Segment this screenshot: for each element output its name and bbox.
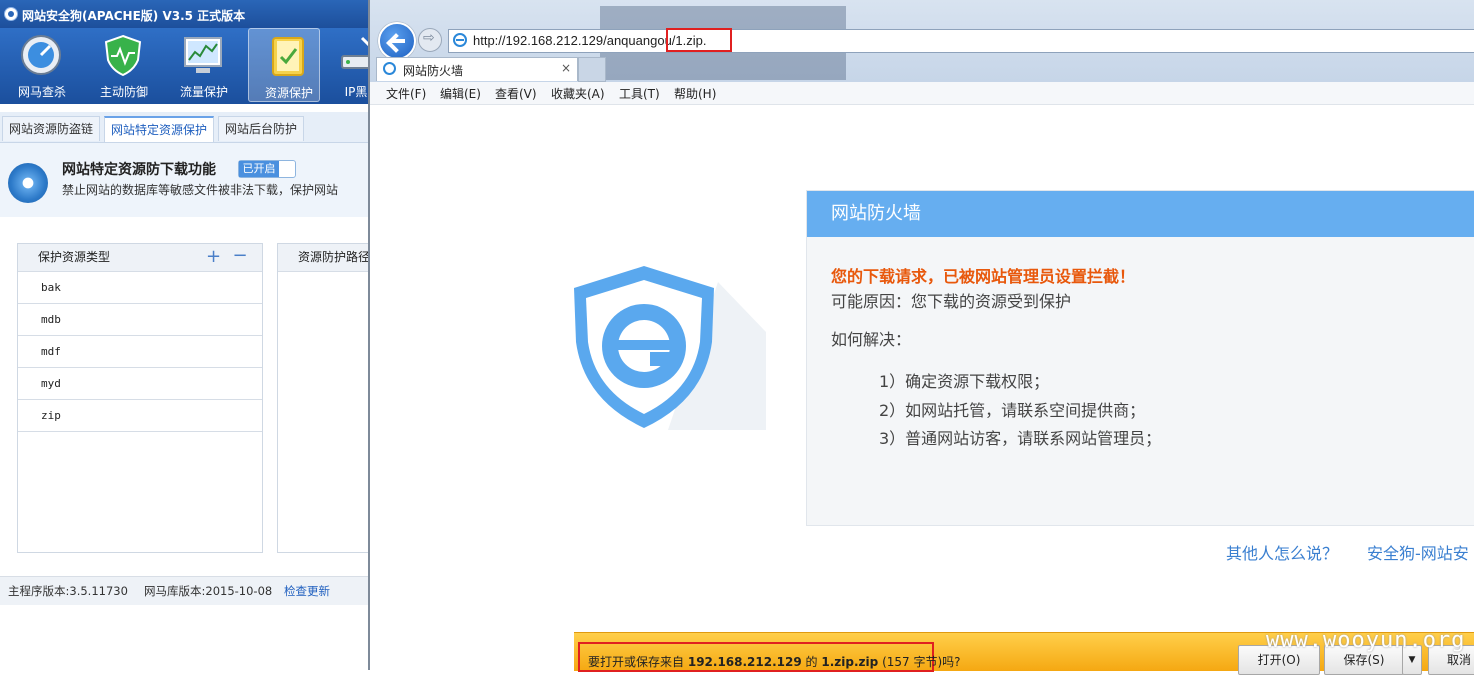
card-header: 网站防火墙	[807, 191, 1474, 237]
feature-description: 禁止网站的数据库等敏感文件被非法下载，保护网站	[62, 183, 339, 197]
resource-path-header: 资源防护路径	[278, 244, 372, 272]
resource-type-panel: 保护资源类型 + − bak mdb mdf myd zip	[17, 243, 263, 553]
tab-resource-protection[interactable]: 网站特定资源保护	[104, 116, 215, 142]
block-warning: 您的下载请求，已被网站管理员设置拦截！	[831, 267, 1136, 286]
shield-icon	[104, 34, 142, 76]
toolbar-resource-label: 资源保护	[264, 86, 313, 100]
list-item[interactable]: myd	[18, 368, 262, 400]
app-titlebar: 网站安全狗(APACHE版) V3.5 正式版本	[0, 0, 372, 28]
app-statusbar: 主程序版本:3.5.11730 网马库版本:2015-10-08 检查更新	[0, 576, 372, 605]
app-toolbar: 网马查杀 主动防御 流量保护 资源保护 IP黑	[0, 28, 372, 104]
watermark-text: www.wooyun.org	[1266, 628, 1466, 653]
solution-step: 3）普通网站访客，请联系网站管理员；	[879, 429, 1162, 448]
browser-tab-title: 网站防火墙	[403, 64, 464, 78]
feature-title: 网站特定资源防下载功能	[62, 162, 216, 178]
toolbar-traffic-button[interactable]: 流量保护	[164, 28, 234, 100]
toolbar-traffic-label: 流量保护	[179, 85, 228, 99]
menu-tools[interactable]: 工具(T)	[619, 85, 660, 102]
main-version-text: 主程序版本:3.5.11730	[8, 584, 128, 598]
feature-toggle[interactable]: 已开启	[238, 160, 296, 178]
tab-hotlink-protection[interactable]: 网站资源防盗链	[2, 116, 101, 141]
forward-button[interactable]	[418, 28, 442, 52]
solution-step: 1）确定资源下载权限；	[879, 372, 1050, 391]
safedog-link[interactable]: 安全狗-网站安	[1367, 540, 1469, 564]
remove-icon[interactable]: −	[232, 247, 248, 265]
firewall-shield-logo	[574, 266, 766, 430]
browser-tabrow: 网站防火墙 ×	[370, 56, 1474, 82]
card-header-title: 网站防火墙	[831, 203, 921, 224]
app-tabbar: 网站资源防盗链 网站特定资源保护 网站后台防护	[0, 112, 372, 143]
url-highlight-box	[666, 28, 732, 52]
folder-icon	[272, 37, 304, 76]
block-reason: 可能原因：您下载的资源受到保护	[831, 292, 1072, 311]
howto-heading: 如何解决：	[831, 330, 912, 349]
download-prefix: 要打开或保存来自	[588, 655, 685, 669]
resource-path-panel: 资源防护路径	[277, 243, 372, 553]
browser-window: http://192.168.212.129/anquangou/1.zip. …	[368, 0, 1474, 675]
download-prompt: 要打开或保存来自 192.168.212.129 的 1.zip.zip (15…	[588, 653, 961, 670]
resource-type-header-label: 保护资源类型	[38, 250, 111, 264]
toolbar-defense-button[interactable]: 主动防御	[84, 28, 154, 100]
browser-tab-active[interactable]: 网站防火墙 ×	[376, 57, 578, 81]
safedog-app-window: 网站安全狗(APACHE版) V3.5 正式版本 网马查杀 主动防御 流量保护 …	[0, 0, 372, 670]
disc-icon	[8, 163, 48, 203]
app-logo-icon	[4, 7, 18, 21]
menu-file[interactable]: 文件(F)	[386, 85, 426, 102]
feature-header: 网站特定资源防下载功能 已开启 禁止网站的数据库等敏感文件被非法下载，保护网站	[0, 143, 372, 217]
toolbar-ip-button[interactable]: IP黑白	[322, 28, 372, 100]
ie-icon	[453, 33, 467, 47]
menu-edit[interactable]: 编辑(E)	[440, 85, 481, 102]
toolbar-defense-label: 主动防御	[99, 85, 148, 99]
menu-favorites[interactable]: 收藏夹(A)	[551, 85, 605, 102]
list-item[interactable]: mdf	[18, 336, 262, 368]
toolbar-ip-label: IP黑白	[344, 85, 372, 99]
close-icon[interactable]: ×	[561, 61, 571, 75]
firewall-message-card: 网站防火墙 您的下载请求，已被网站管理员设置拦截！ 可能原因：您下载的资源受到保…	[806, 190, 1474, 526]
browser-menubar: 文件(F) 编辑(E) 查看(V) 收藏夹(A) 工具(T) 帮助(H)	[370, 82, 1474, 105]
app-title: 网站安全狗(APACHE版) V3.5 正式版本	[22, 9, 246, 23]
tab-admin-protection[interactable]: 网站后台防护	[218, 116, 305, 141]
toolbar-resource-button[interactable]: 资源保护	[248, 28, 320, 102]
check-update-link[interactable]: 检查更新	[284, 577, 330, 605]
add-icon[interactable]: +	[206, 248, 221, 266]
download-mid: 的	[805, 655, 818, 669]
address-bar[interactable]: http://192.168.212.129/anquangou/1.zip.	[448, 29, 1474, 53]
browser-chrome: http://192.168.212.129/anquangou/1.zip. …	[370, 0, 1474, 82]
new-tab-button[interactable]	[578, 57, 606, 82]
feature-status-label: 已开启	[239, 161, 279, 177]
list-item[interactable]: mdb	[18, 304, 262, 336]
monitor-icon	[184, 37, 222, 73]
download-host: 192.168.212.129	[687, 655, 802, 669]
scan-icon	[21, 35, 61, 75]
menu-help[interactable]: 帮助(H)	[674, 85, 716, 102]
resource-type-header: 保护资源类型 + −	[18, 244, 262, 272]
db-version-text: 网马库版本:2015-10-08	[144, 584, 273, 598]
list-item[interactable]: bak	[18, 272, 262, 304]
download-filename: 1.zip.zip	[821, 655, 879, 669]
download-size: (157 字节)吗?	[882, 655, 961, 669]
solution-step: 2）如网站托管，请联系空间提供商；	[879, 401, 1146, 420]
list-item[interactable]: zip	[18, 400, 262, 432]
menu-view[interactable]: 查看(V)	[495, 85, 537, 102]
back-button[interactable]	[378, 22, 416, 60]
toolbar-scan-button[interactable]: 网马查杀	[2, 28, 72, 100]
ie-icon	[383, 62, 396, 75]
others-say-link[interactable]: 其他人怎么说？	[1226, 540, 1338, 564]
toolbar-scan-label: 网马查杀	[17, 85, 66, 99]
